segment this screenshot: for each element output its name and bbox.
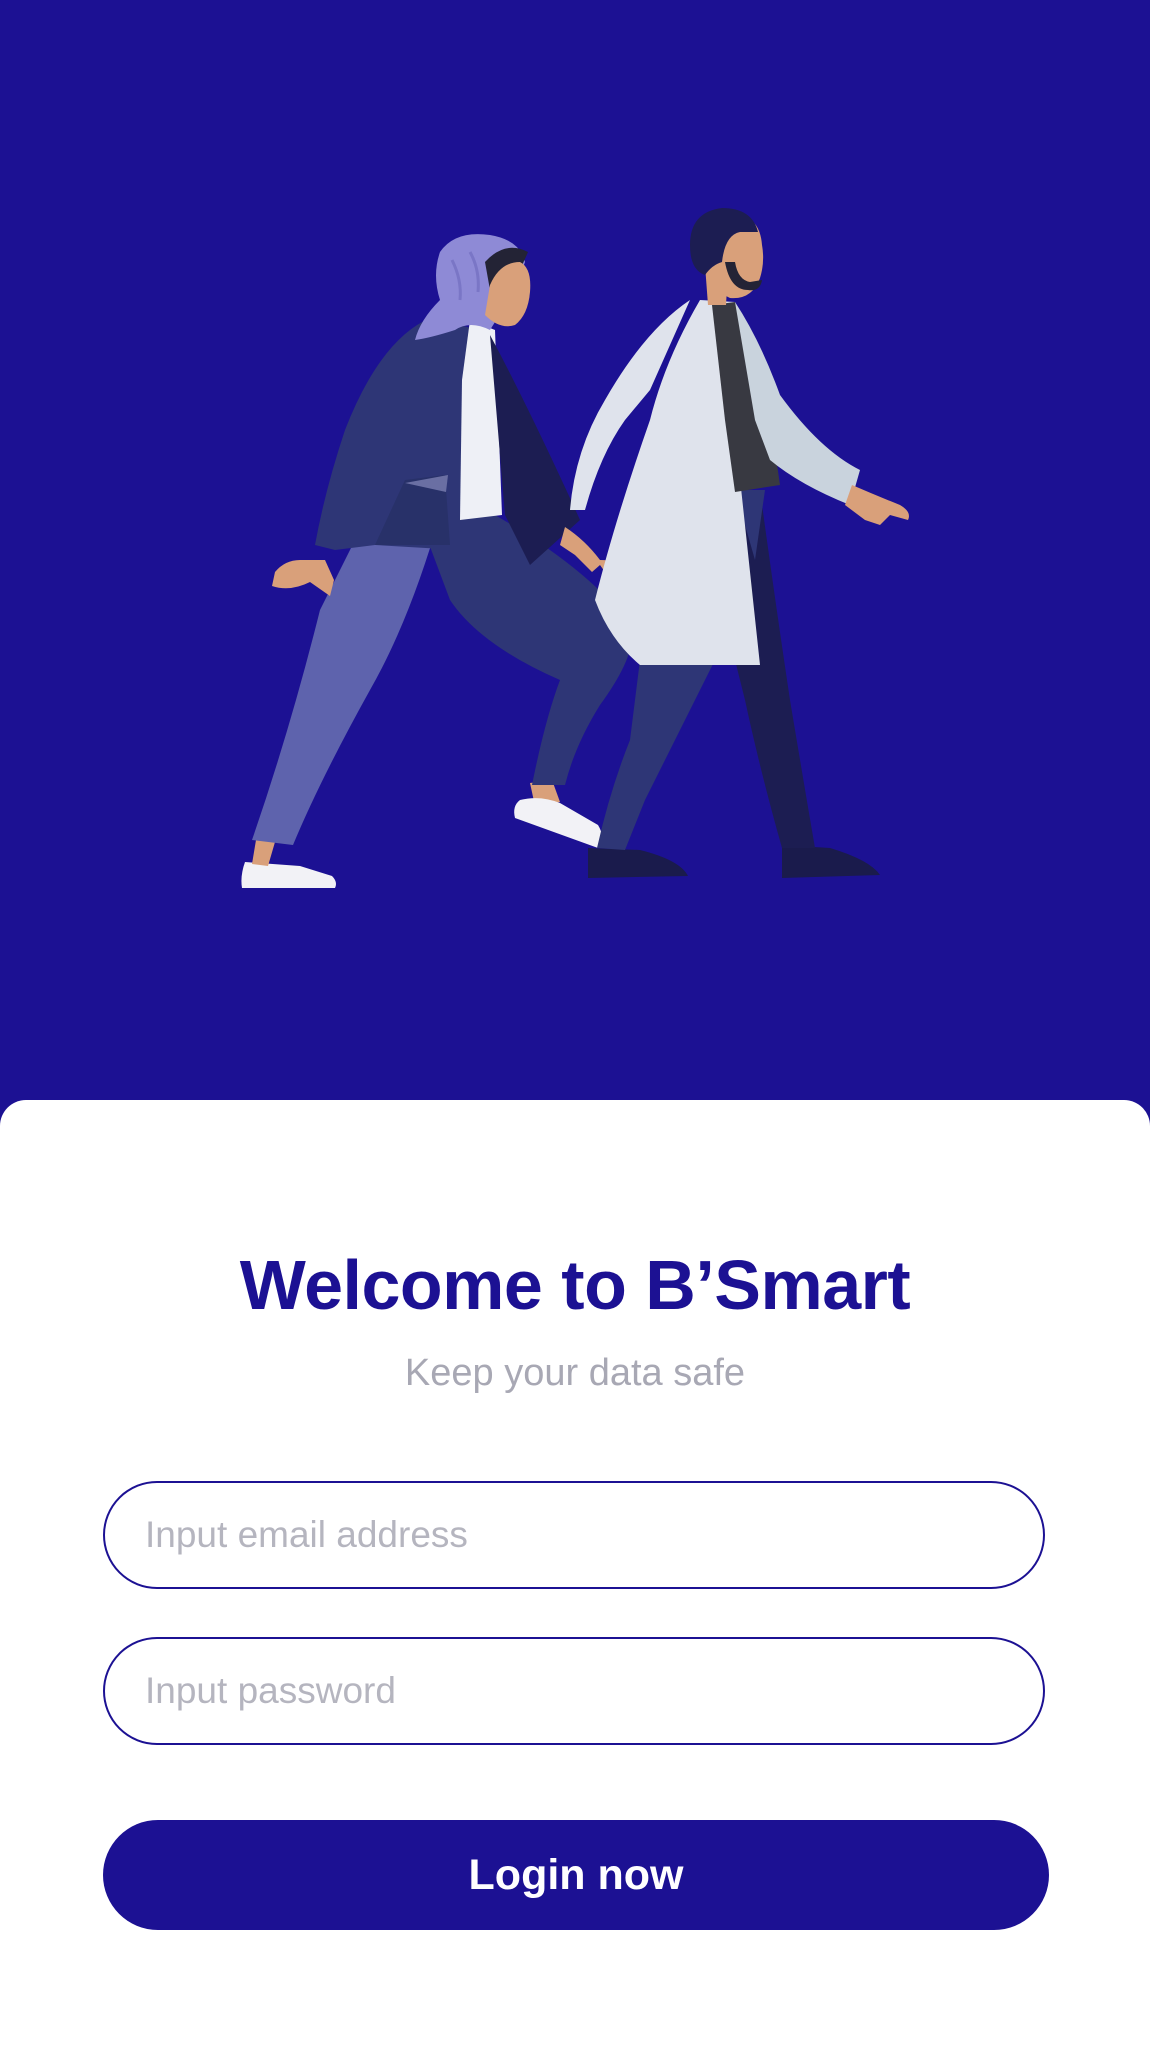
- email-field[interactable]: [103, 1481, 1045, 1589]
- login-button[interactable]: Login now: [103, 1820, 1049, 1930]
- page-title: Welcome to B’Smart: [239, 1246, 911, 1324]
- two-people-walking-illustration: [241, 208, 909, 888]
- hero-banner: [0, 0, 1150, 1100]
- password-field[interactable]: [103, 1637, 1045, 1745]
- subtitle: Keep your data safe: [404, 1352, 746, 1394]
